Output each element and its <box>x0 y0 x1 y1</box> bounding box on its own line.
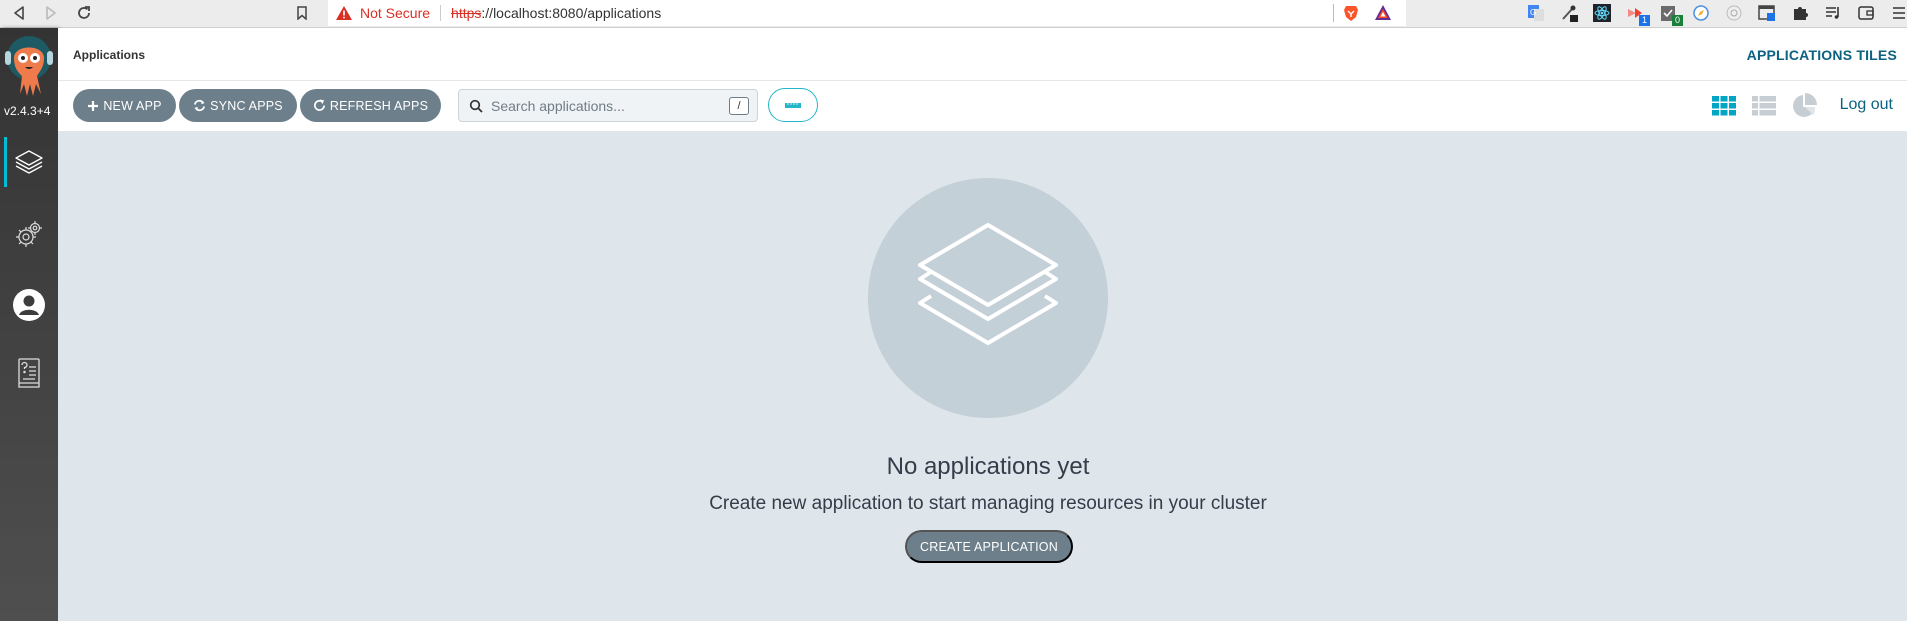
sidebar-item-documentation[interactable] <box>0 345 58 401</box>
extensions-area: G 1 0 <box>1525 0 1907 26</box>
page-title: Applications <box>73 48 146 62</box>
react-devtools-icon[interactable] <box>1591 2 1613 24</box>
circle-ext-icon[interactable] <box>1723 2 1745 24</box>
plus-icon <box>88 100 99 111</box>
url-end-divider <box>1333 4 1334 22</box>
brave-rewards-icon[interactable] <box>1374 4 1392 22</box>
view-title: APPLICATIONS TILES <box>1746 47 1897 63</box>
media-icon[interactable] <box>1822 2 1844 24</box>
applications-toolbar: NEW APP SYNC APPS REFRESH APPS / Log out <box>58 81 1907 131</box>
sidebar-item-settings[interactable] <box>0 206 58 262</box>
logout-link[interactable]: Log out <box>1840 96 1893 114</box>
filters-toggle-button[interactable] <box>768 88 818 122</box>
compass-icon[interactable] <box>1690 2 1712 24</box>
refresh-icon <box>313 99 325 111</box>
brave-shields-icon[interactable] <box>1342 4 1360 22</box>
sync-icon <box>194 99 206 112</box>
help-book-icon <box>18 358 40 388</box>
search-input[interactable] <box>491 97 729 114</box>
reload-icon <box>78 6 90 19</box>
applications-empty-state: No applications yet Create new applicati… <box>58 131 1907 621</box>
list-icon <box>1752 96 1776 116</box>
sidebar-item-applications[interactable] <box>0 135 58 191</box>
wallet-icon[interactable] <box>1855 2 1877 24</box>
empty-state-title: No applications yet <box>886 453 1090 480</box>
search-box[interactable]: / <box>458 89 758 122</box>
extension-badge: 1 <box>1638 15 1650 26</box>
create-application-button[interactable]: CREATE APPLICATION <box>905 530 1073 563</box>
sidebar: v2.4.3+4 <box>0 28 58 621</box>
empty-state-illustration <box>868 178 1108 418</box>
summary-view-toggle[interactable] <box>1791 93 1817 119</box>
empty-state-subtitle: Create new application to start managing… <box>709 493 1267 514</box>
menu-icon[interactable] <box>1888 2 1907 24</box>
argo-logo[interactable] <box>3 32 55 102</box>
bookmark-button[interactable] <box>292 3 312 23</box>
gears-icon <box>16 221 42 247</box>
eyedropper-icon[interactable] <box>1558 2 1580 24</box>
reload-button[interactable] <box>73 2 95 24</box>
svg-text:G: G <box>1530 8 1536 17</box>
bookmark-icon <box>297 6 307 20</box>
screenshot-icon[interactable] <box>1756 2 1778 24</box>
tiles-view-toggle[interactable] <box>1711 93 1737 119</box>
extension-badge: 0 <box>1671 15 1683 26</box>
sync-apps-button[interactable]: SYNC APPS <box>179 89 297 122</box>
new-app-label: NEW APP <box>103 98 162 113</box>
browser-toolbar: Not Secure https://localhost:8080/applic… <box>0 0 1907 28</box>
google-translate-icon[interactable]: G <box>1525 2 1547 24</box>
address-bar[interactable]: Not Secure https://localhost:8080/applic… <box>328 0 1406 26</box>
ruler-icon <box>785 103 801 108</box>
forward-button[interactable] <box>40 2 62 24</box>
list-view-toggle[interactable] <box>1751 93 1777 119</box>
extension-red-icon[interactable]: 1 <box>1624 2 1650 26</box>
page-header: Applications APPLICATIONS TILES <box>58 28 1907 81</box>
puzzle-icon[interactable] <box>1789 2 1811 24</box>
url-path: ://localhost:8080/applications <box>481 5 662 21</box>
layers-icon <box>15 150 43 174</box>
warning-icon <box>336 6 352 20</box>
pie-chart-icon <box>1793 93 1817 117</box>
sidebar-item-user-info[interactable] <box>0 277 58 333</box>
url-scheme: https <box>451 5 482 21</box>
checklist-icon[interactable]: 0 <box>1657 2 1683 26</box>
new-app-button[interactable]: NEW APP <box>73 89 176 122</box>
search-shortcut-key: / <box>729 96 749 115</box>
forward-icon <box>46 6 56 20</box>
version-label: v2.4.3+4 <box>4 104 51 118</box>
refresh-apps-button[interactable]: REFRESH APPS <box>300 89 441 122</box>
grid-icon <box>1712 96 1736 116</box>
refresh-apps-label: REFRESH APPS <box>329 98 429 113</box>
user-icon <box>13 289 45 321</box>
sync-apps-label: SYNC APPS <box>210 98 283 113</box>
layers-icon <box>918 223 1058 345</box>
search-icon <box>469 99 483 113</box>
back-icon <box>14 6 24 20</box>
url-divider <box>440 5 442 21</box>
not-secure-label[interactable]: Not Secure <box>360 5 430 21</box>
back-button[interactable] <box>8 2 30 24</box>
